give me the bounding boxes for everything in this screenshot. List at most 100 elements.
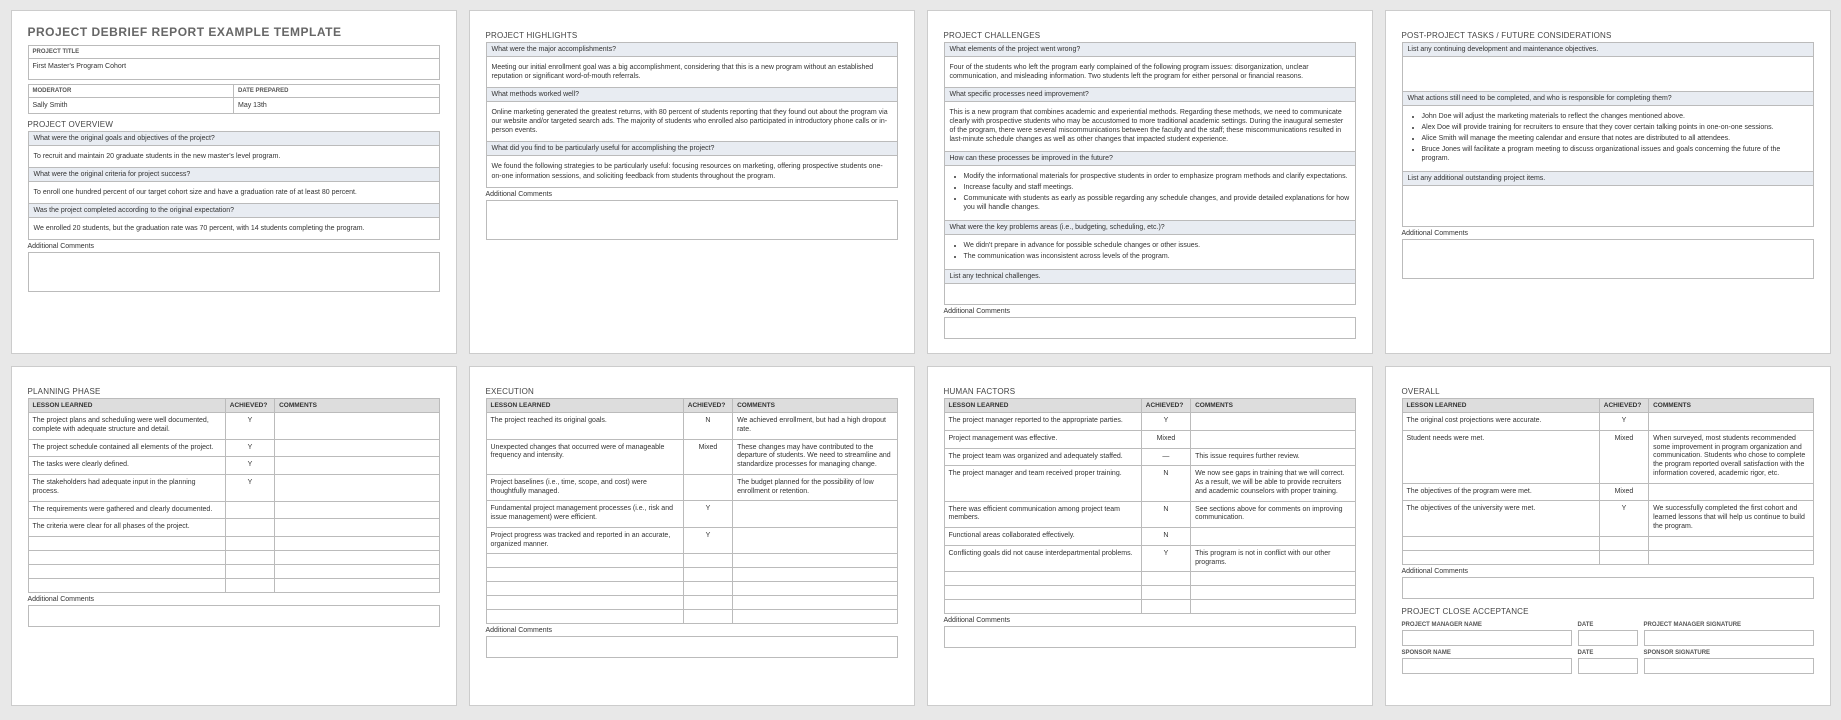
highlights-additional-label: Additional Comments bbox=[486, 188, 898, 200]
execution-additional-label: Additional Comments bbox=[486, 624, 898, 636]
moderator-label: MODERATOR bbox=[29, 85, 234, 98]
table-row: Conflicting goals did not cause interdep… bbox=[944, 545, 1355, 572]
planning-table: LESSON LEARNED ACHIEVED? COMMENTS The pr… bbox=[28, 398, 440, 593]
overview-q1: What were the original goals and objecti… bbox=[29, 132, 439, 146]
highlights-additional-box[interactable] bbox=[486, 200, 898, 240]
planning-additional-box[interactable] bbox=[28, 605, 440, 627]
comments-cell: We now see gaps in training that we will… bbox=[1191, 466, 1355, 501]
table-row: The requirements were gathered and clear… bbox=[28, 501, 439, 519]
project-title-value: First Master's Program Cohort bbox=[28, 58, 440, 80]
page-5: PLANNING PHASE LESSON LEARNED ACHIEVED? … bbox=[11, 366, 457, 706]
lesson-cell: The project reached its original goals. bbox=[486, 413, 683, 440]
post-q2: What actions still need to be completed,… bbox=[1403, 92, 1813, 106]
overall-additional-box[interactable] bbox=[1402, 577, 1814, 599]
table-row: Fundamental project management processes… bbox=[486, 501, 897, 528]
page-6: EXECUTION LESSON LEARNED ACHIEVED? COMME… bbox=[469, 366, 915, 706]
comments-cell bbox=[275, 501, 439, 519]
comments-cell bbox=[1191, 413, 1355, 431]
table-row: The project plans and scheduling were we… bbox=[28, 413, 439, 440]
overall-table: LESSON LEARNED ACHIEVED? COMMENTS The or… bbox=[1402, 398, 1814, 565]
overview-a1: To recruit and maintain 20 graduate stud… bbox=[29, 146, 439, 167]
table-row: There was efficient communication among … bbox=[944, 501, 1355, 528]
challenges-a5[interactable] bbox=[945, 284, 1355, 304]
table-row: The project reached its original goals.N… bbox=[486, 413, 897, 440]
sponsor-sig-box[interactable] bbox=[1644, 658, 1814, 674]
achieved-cell: Y bbox=[683, 527, 732, 554]
table-row bbox=[944, 586, 1355, 600]
table-row bbox=[28, 551, 439, 565]
page-8: OVERALL LESSON LEARNED ACHIEVED? COMMENT… bbox=[1385, 366, 1831, 706]
challenges-q2: What specific processes need improvement… bbox=[945, 88, 1355, 102]
challenges-a4: We didn't prepare in advance for possibl… bbox=[945, 235, 1355, 269]
comments-cell bbox=[1191, 430, 1355, 448]
lesson-cell: The requirements were gathered and clear… bbox=[28, 501, 225, 519]
page-3: PROJECT CHALLENGES What elements of the … bbox=[927, 10, 1373, 354]
post-heading: POST-PROJECT TASKS / FUTURE CONSIDERATIO… bbox=[1402, 31, 1814, 40]
lesson-cell: Project management was effective. bbox=[944, 430, 1141, 448]
planning-heading: PLANNING PHASE bbox=[28, 387, 440, 396]
post-a1[interactable] bbox=[1403, 57, 1813, 91]
execution-table: LESSON LEARNED ACHIEVED? COMMENTS The pr… bbox=[486, 398, 898, 624]
table-row: The criteria were clear for all phases o… bbox=[28, 519, 439, 537]
achieved-cell: Y bbox=[225, 439, 274, 457]
comments-cell bbox=[733, 527, 897, 554]
achieved-cell bbox=[683, 474, 732, 501]
highlights-q3: What did you find to be particularly use… bbox=[487, 142, 897, 156]
table-row bbox=[944, 600, 1355, 614]
achieved-cell: N bbox=[1141, 501, 1190, 528]
post-additional-box[interactable] bbox=[1402, 239, 1814, 279]
table-row bbox=[486, 596, 897, 610]
overview-additional-box[interactable] bbox=[28, 252, 440, 292]
sponsor-date-box[interactable] bbox=[1578, 658, 1638, 674]
lesson-cell: The objectives of the university were me… bbox=[1402, 501, 1599, 536]
lesson-cell: The project team was organized and adequ… bbox=[944, 448, 1141, 466]
table-row bbox=[486, 568, 897, 582]
pm-sig-box[interactable] bbox=[1644, 630, 1814, 646]
comments-cell: This issue requires further review. bbox=[1191, 448, 1355, 466]
comments-cell: See sections above for comments on impro… bbox=[1191, 501, 1355, 528]
challenges-q1: What elements of the project went wrong? bbox=[945, 43, 1355, 57]
lesson-cell: Project progress was tracked and reporte… bbox=[486, 527, 683, 554]
planning-additional-label: Additional Comments bbox=[28, 593, 440, 605]
achieved-cell: Y bbox=[1599, 413, 1648, 431]
comments-cell bbox=[275, 475, 439, 502]
achieved-cell: N bbox=[683, 413, 732, 440]
achieved-cell: Mixed bbox=[1141, 430, 1190, 448]
comments-cell: These changes may have contributed to th… bbox=[733, 439, 897, 474]
table-row: The project manager and team received pr… bbox=[944, 466, 1355, 501]
highlights-a1: Meeting our initial enrollment goal was … bbox=[487, 57, 897, 87]
execution-heading: EXECUTION bbox=[486, 387, 898, 396]
table-row: Unexpected changes that occurred were of… bbox=[486, 439, 897, 474]
pm-date-label: DATE bbox=[1578, 622, 1638, 628]
table-row: The stakeholders had adequate input in t… bbox=[28, 475, 439, 502]
overview-a3: We enrolled 20 students, but the graduat… bbox=[29, 218, 439, 239]
pm-name-box[interactable] bbox=[1402, 630, 1572, 646]
comments-cell: We achieved enrollment, but had a high d… bbox=[733, 413, 897, 440]
table-row bbox=[486, 554, 897, 568]
lesson-cell: There was efficient communication among … bbox=[944, 501, 1141, 528]
challenges-additional-label: Additional Comments bbox=[944, 305, 1356, 317]
human-table: LESSON LEARNED ACHIEVED? COMMENTS The pr… bbox=[944, 398, 1356, 614]
achieved-cell: Y bbox=[1141, 545, 1190, 572]
sponsor-name-box[interactable] bbox=[1402, 658, 1572, 674]
post-q3: List any additional outstanding project … bbox=[1403, 172, 1813, 186]
achieved-cell: Mixed bbox=[1599, 430, 1648, 483]
col-lesson: LESSON LEARNED bbox=[28, 399, 225, 413]
sponsor-sig-label: SPONSOR SIGNATURE bbox=[1644, 650, 1814, 656]
pm-date-box[interactable] bbox=[1578, 630, 1638, 646]
page-2: PROJECT HIGHLIGHTS What were the major a… bbox=[469, 10, 915, 354]
list-item: Modify the informational materials for p… bbox=[964, 172, 1350, 181]
comments-cell bbox=[275, 413, 439, 440]
highlights-a2: Online marketing generated the greatest … bbox=[487, 102, 897, 141]
table-row: The objectives of the university were me… bbox=[1402, 501, 1813, 536]
challenges-additional-box[interactable] bbox=[944, 317, 1356, 339]
table-row: Project progress was tracked and reporte… bbox=[486, 527, 897, 554]
human-additional-box[interactable] bbox=[944, 626, 1356, 648]
post-a3[interactable] bbox=[1403, 186, 1813, 226]
execution-additional-box[interactable] bbox=[486, 636, 898, 658]
lesson-cell: Conflicting goals did not cause interdep… bbox=[944, 545, 1141, 572]
challenges-a2: This is a new program that combines acad… bbox=[945, 102, 1355, 150]
list-item: Alice Smith will manage the meeting cale… bbox=[1422, 134, 1808, 143]
post-q1: List any continuing development and main… bbox=[1403, 43, 1813, 57]
comments-cell bbox=[1649, 413, 1813, 431]
